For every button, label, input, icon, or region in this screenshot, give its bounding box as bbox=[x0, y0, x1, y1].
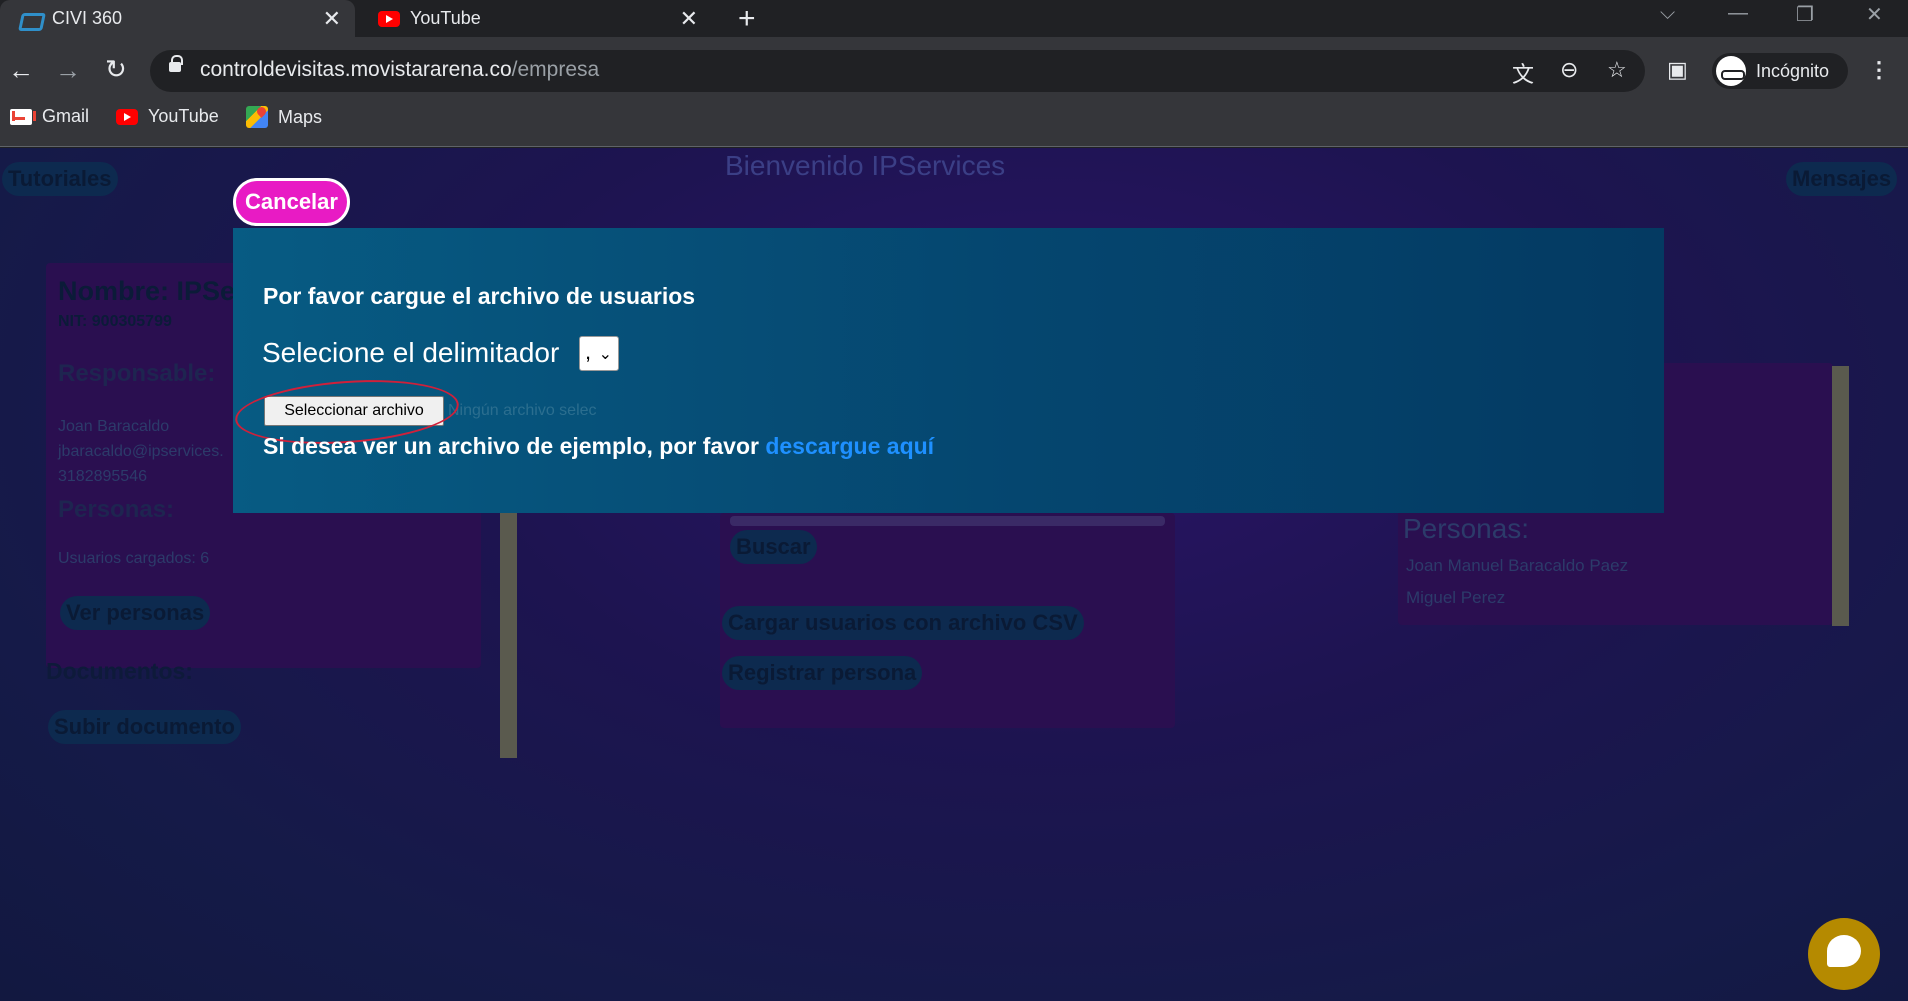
company-nit: NIT: 900305799 bbox=[58, 313, 172, 330]
menu-kebab-icon[interactable]: ⋮ bbox=[1868, 57, 1890, 83]
view-persons-button[interactable]: Ver personas bbox=[60, 596, 211, 630]
close-tab-icon[interactable]: ✕ bbox=[680, 6, 698, 32]
close-window-icon[interactable]: ✕ bbox=[1866, 2, 1883, 27]
welcome-heading: Bienvenido IPServices bbox=[725, 150, 1006, 181]
search-button[interactable]: Buscar bbox=[730, 530, 817, 564]
modal-title: Por favor cargue el archivo de usuarios bbox=[263, 283, 696, 309]
civi-favicon-icon bbox=[18, 9, 42, 29]
tutorials-button[interactable]: Tutoriales bbox=[2, 162, 118, 196]
bookmark-star-icon[interactable]: ☆ bbox=[1607, 57, 1627, 83]
upload-modal bbox=[233, 228, 1664, 513]
documents-label: Documentos: bbox=[46, 658, 193, 684]
users-loaded: Usuarios cargados: 6 bbox=[58, 550, 210, 567]
responsible-name: Joan Baracaldo bbox=[58, 418, 170, 435]
close-tab-icon[interactable]: ✕ bbox=[323, 6, 341, 32]
responsible-email: jbaracaldo@ipservices. bbox=[58, 443, 224, 460]
bookmark-gmail[interactable]: Gmail bbox=[10, 106, 89, 127]
persons-label: Personas: bbox=[58, 496, 175, 523]
lock-icon bbox=[169, 55, 183, 72]
sample-text-prefix: Si desea ver un archivo de ejemplo, por … bbox=[263, 433, 759, 459]
file-status: Ningún archivo selec bbox=[448, 402, 597, 419]
upload-document-button[interactable]: Subir documento bbox=[48, 710, 241, 744]
download-sample-link[interactable]: descargue aquí bbox=[765, 433, 934, 459]
cancel-button[interactable]: Cancelar bbox=[233, 178, 350, 226]
bookmark-label: Maps bbox=[278, 106, 323, 127]
tab-civi360[interactable]: CIVI 360 ✕ bbox=[0, 0, 355, 37]
delimiter-select[interactable]: , ⌄ bbox=[579, 336, 619, 371]
scrollbar[interactable] bbox=[1832, 366, 1849, 626]
delimiter-label: Selecione el delimitador bbox=[262, 337, 560, 368]
upload-csv-button[interactable]: Cargar usuarios con archivo CSV bbox=[722, 606, 1084, 640]
translate-icon[interactable]: 文 bbox=[1512, 57, 1534, 89]
delimiter-value: , bbox=[585, 339, 592, 364]
responsible-label: Responsable: bbox=[58, 360, 216, 387]
zoom-icon[interactable]: ⊖ bbox=[1560, 57, 1578, 83]
restore-icon[interactable]: ❐ bbox=[1796, 2, 1814, 27]
tab-title: YouTube bbox=[410, 8, 481, 28]
bookmark-label: Gmail bbox=[42, 106, 90, 126]
person-item: Joan Manuel Baracaldo Paez bbox=[1406, 556, 1629, 575]
bookmark-label: YouTube bbox=[148, 106, 219, 126]
tab-youtube[interactable]: YouTube ✕ bbox=[362, 0, 712, 37]
chevron-down-icon: ⌄ bbox=[598, 346, 612, 363]
bookmark-youtube[interactable]: YouTube bbox=[116, 106, 219, 127]
minimize-icon[interactable]: — bbox=[1728, 2, 1748, 25]
url-path: /empresa bbox=[511, 58, 600, 81]
youtube-favicon-icon bbox=[378, 10, 400, 27]
responsible-phone: 3182895546 bbox=[58, 468, 147, 485]
youtube-icon bbox=[116, 108, 138, 125]
messages-button[interactable]: Mensajes bbox=[1786, 162, 1898, 196]
profile-label: Incógnito bbox=[1756, 60, 1830, 81]
forward-arrow-icon[interactable]: → bbox=[55, 55, 81, 85]
url-host: controldevisitas.movistararena.co bbox=[200, 58, 512, 81]
search-input[interactable] bbox=[730, 516, 1165, 526]
maps-icon bbox=[246, 106, 268, 128]
register-person-button[interactable]: Registrar persona bbox=[722, 656, 923, 690]
gmail-icon bbox=[10, 108, 36, 125]
tab-title: CIVI 360 bbox=[52, 8, 123, 28]
incognito-icon bbox=[1716, 56, 1746, 86]
person-item: Miguel Perez bbox=[1406, 588, 1506, 607]
chat-bubble-icon[interactable] bbox=[1808, 918, 1880, 990]
new-tab-button[interactable]: + bbox=[738, 0, 768, 37]
incognito-profile[interactable]: Incógnito bbox=[1712, 53, 1848, 89]
company-name: Nombre: IPSer bbox=[58, 276, 246, 306]
tab-search-icon[interactable]: ⌵ bbox=[1660, 2, 1675, 25]
persons-label: Personas: bbox=[1403, 513, 1530, 544]
bookmark-maps[interactable]: Maps bbox=[246, 106, 322, 128]
back-arrow-icon[interactable]: ← bbox=[8, 55, 34, 85]
side-panel-icon[interactable]: ▣ bbox=[1667, 57, 1688, 83]
url-text[interactable]: controldevisitas.movistararena.co/empres… bbox=[200, 58, 599, 82]
sample-file-text: Si desea ver un archivo de ejemplo, por … bbox=[263, 433, 934, 460]
reload-icon[interactable]: ↻ bbox=[105, 54, 127, 84]
